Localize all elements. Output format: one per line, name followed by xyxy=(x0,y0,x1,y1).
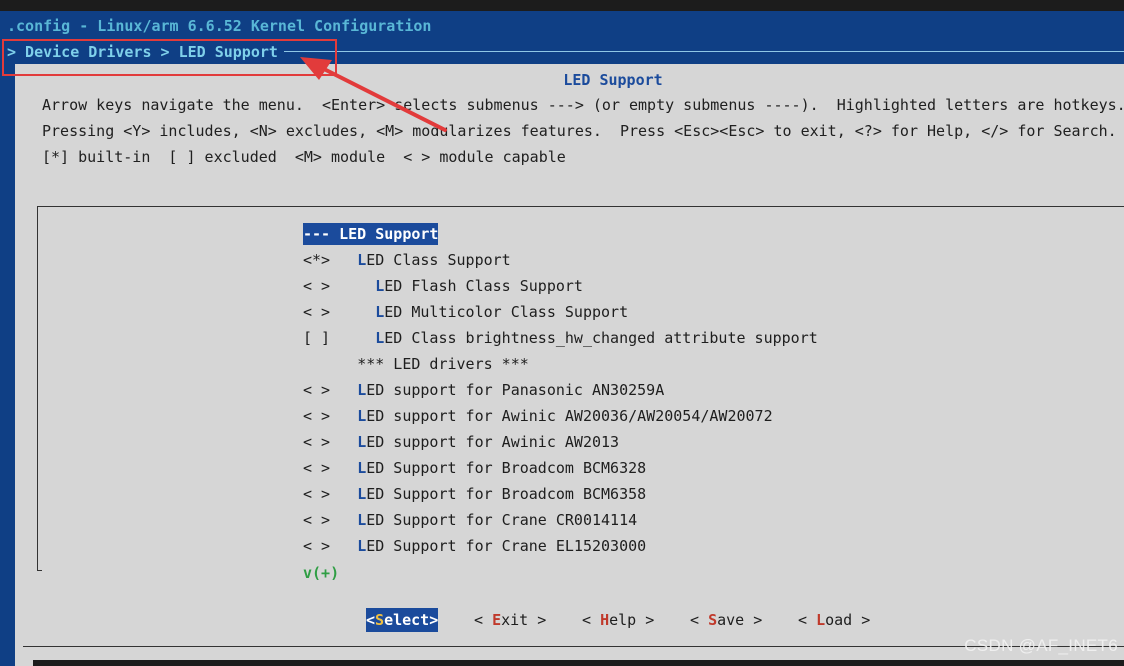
annotation-arrow-icon xyxy=(300,57,447,132)
watermark: CSDN @AF_INET6 xyxy=(964,636,1118,655)
